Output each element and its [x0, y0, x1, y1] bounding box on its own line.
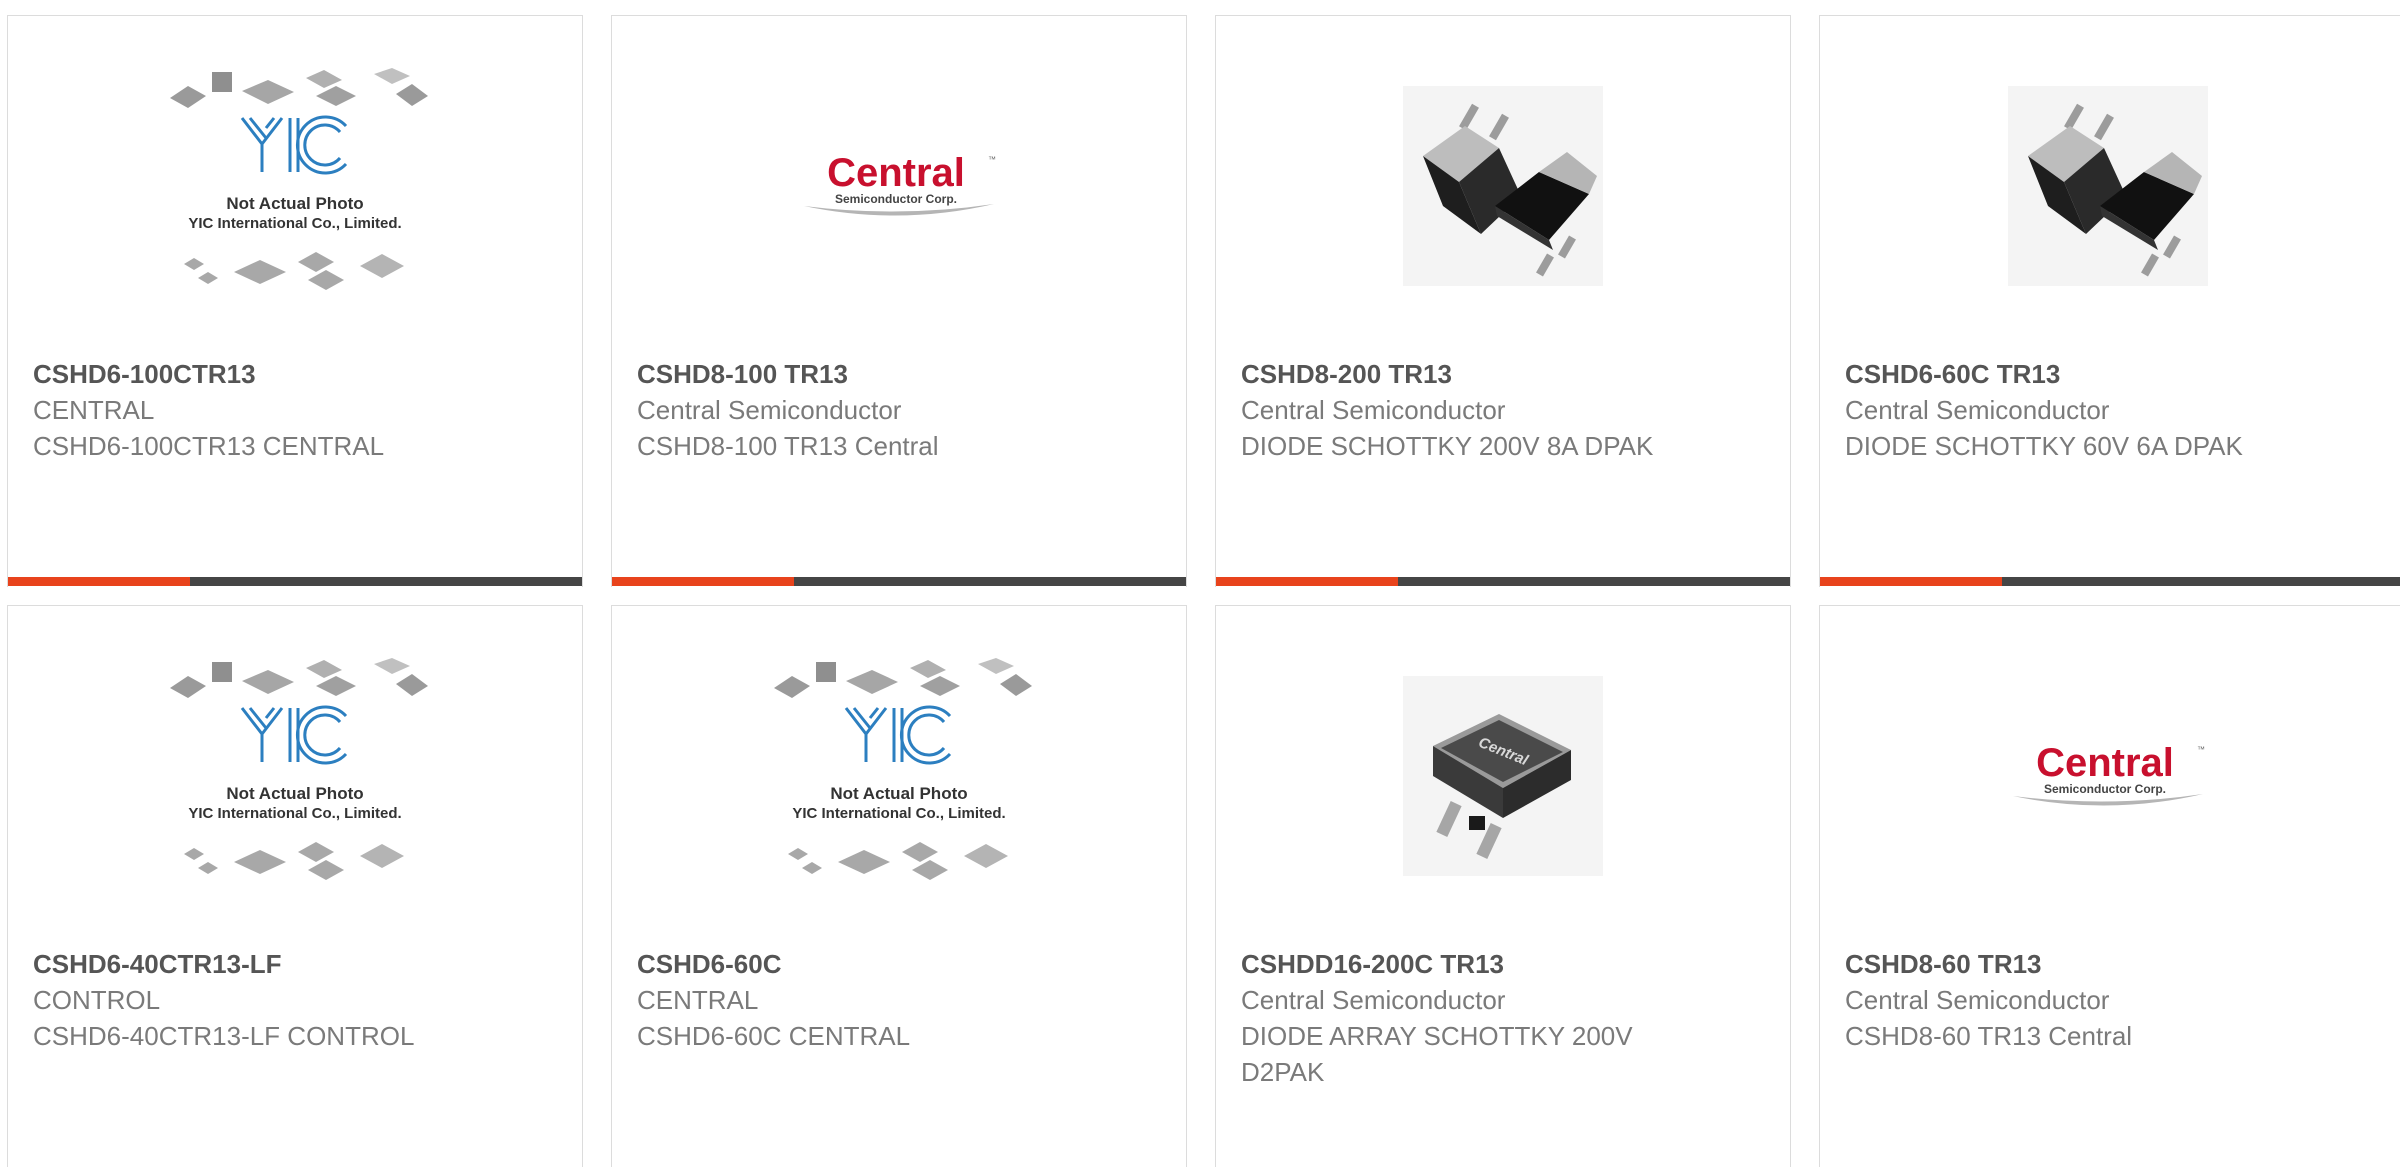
accent-segment: [1820, 577, 2002, 586]
product-image[interactable]: Central: [1216, 606, 1790, 946]
product-image[interactable]: Not Actual Photo YIC International Co., …: [8, 606, 582, 946]
description: CSHD8-60 TR13 Central: [1845, 1021, 2133, 1051]
part-number-link[interactable]: CSHDD16-200C TR13: [1241, 946, 1770, 982]
product-card[interactable]: Not Actual Photo YIC International Co., …: [611, 605, 1187, 1167]
product-info: CSHDD16-200C TR13 Central Semiconductor …: [1241, 946, 1770, 1090]
part-number-link[interactable]: CSHD6-100CTR13: [33, 356, 562, 392]
manufacturer: Central Semiconductor: [1845, 985, 2110, 1015]
part-number-link[interactable]: CSHD8-100 TR13: [637, 356, 1166, 392]
product-image[interactable]: Not Actual Photo YIC International Co., …: [8, 16, 582, 356]
product-info: CSHD6-60C TR13 Central Semiconductor DIO…: [1845, 356, 2380, 464]
placeholder-line2: YIC International Co., Limited.: [792, 805, 1005, 822]
part-number-link[interactable]: CSHD6-60C: [637, 946, 1166, 982]
placeholder-line1: Not Actual Photo: [830, 784, 967, 803]
accent-segment: [1216, 577, 1398, 586]
product-info: CSHD8-200 TR13 Central Semiconductor DIO…: [1241, 356, 1770, 464]
placeholder-line2: YIC International Co., Limited.: [188, 215, 401, 232]
product-card[interactable]: Central ™ Semiconductor Corp. CSHD8-100 …: [611, 15, 1187, 587]
part-number-link[interactable]: CSHD8-60 TR13: [1845, 946, 2380, 982]
product-image[interactable]: Central ™ Semiconductor Corp.: [612, 16, 1186, 356]
description: DIODE ARRAY SCHOTTKY 200V D2PAK: [1241, 1021, 1633, 1087]
manufacturer: Central Semiconductor: [1845, 395, 2110, 425]
placeholder-line1: Not Actual Photo: [226, 784, 363, 803]
dpak-package-photo: [1403, 86, 1603, 286]
central-tagline: Semiconductor Corp.: [835, 192, 957, 206]
accent-segment: [612, 577, 794, 586]
trademark: ™: [988, 155, 996, 164]
accent-segment: [8, 577, 190, 586]
manufacturer: Central Semiconductor: [637, 395, 902, 425]
manufacturer: CONTROL: [33, 985, 161, 1015]
card-accent-bar: [1820, 577, 2400, 586]
product-card[interactable]: Not Actual Photo YIC International Co., …: [7, 605, 583, 1167]
card-accent-bar: [8, 577, 582, 586]
manufacturer: Central Semiconductor: [1241, 985, 1506, 1015]
product-image[interactable]: [1820, 16, 2395, 356]
product-info: CSHD6-40CTR13-LF CONTROL CSHD6-40CTR13-L…: [33, 946, 562, 1054]
d2pak-package-photo: Central: [1403, 676, 1603, 876]
placeholder-line2: YIC International Co., Limited.: [188, 805, 401, 822]
description: DIODE SCHOTTKY 60V 6A DPAK: [1845, 431, 2243, 461]
part-number-link[interactable]: CSHD6-60C TR13: [1845, 356, 2380, 392]
description: DIODE SCHOTTKY 200V 8A DPAK: [1241, 431, 1654, 461]
part-number-link[interactable]: CSHD6-40CTR13-LF: [33, 946, 562, 982]
not-actual-photo-placeholder: Not Actual Photo YIC International Co., …: [170, 658, 428, 880]
card-accent-bar: [612, 577, 1186, 586]
manufacturer: Central Semiconductor: [1241, 395, 1506, 425]
product-image[interactable]: Central ™ Semiconductor Corp.: [1820, 606, 2395, 946]
manufacturer: CENTRAL: [637, 985, 759, 1015]
product-card[interactable]: Not Actual Photo YIC International Co., …: [7, 15, 583, 587]
central-wordmark: Central: [2036, 741, 2174, 785]
product-info: CSHD6-60C CENTRAL CSHD6-60C CENTRAL: [637, 946, 1166, 1054]
placeholder-line1: Not Actual Photo: [226, 194, 363, 213]
dpak-package-photo: [2007, 86, 2208, 286]
product-card[interactable]: Central ™ Semiconductor Corp. CSHD8-60 T…: [1819, 605, 2400, 1167]
description: CSHD6-40CTR13-LF CONTROL: [33, 1021, 415, 1051]
product-card[interactable]: CSHD6-60C TR13 Central Semiconductor DIO…: [1819, 15, 2400, 587]
description: CSHD6-100CTR13 CENTRAL: [33, 431, 385, 461]
product-card[interactable]: CSHD8-200 TR13 Central Semiconductor DIO…: [1215, 15, 1791, 587]
description: CSHD8-100 TR13 Central: [637, 431, 939, 461]
not-actual-photo-placeholder: Not Actual Photo YIC International Co., …: [774, 658, 1032, 880]
manufacturer: CENTRAL: [33, 395, 155, 425]
product-image[interactable]: [1216, 16, 1790, 356]
central-semiconductor-logo: Central ™ Semiconductor Corp.: [2012, 741, 2205, 806]
part-number-link[interactable]: CSHD8-200 TR13: [1241, 356, 1770, 392]
product-grid: Not Actual Photo YIC International Co., …: [7, 15, 2400, 1167]
central-semiconductor-logo: Central ™ Semiconductor Corp.: [804, 151, 996, 216]
not-actual-photo-placeholder: Not Actual Photo YIC International Co., …: [170, 68, 428, 290]
product-info: CSHD8-60 TR13 Central Semiconductor CSHD…: [1845, 946, 2380, 1054]
trademark: ™: [2197, 745, 2205, 754]
product-image[interactable]: Not Actual Photo YIC International Co., …: [612, 606, 1186, 946]
product-info: CSHD8-100 TR13 Central Semiconductor CSH…: [637, 356, 1166, 464]
central-wordmark: Central: [827, 151, 965, 195]
product-card[interactable]: Central CSHDD16-200C TR13 Central Semico…: [1215, 605, 1791, 1167]
central-tagline: Semiconductor Corp.: [2043, 782, 2165, 796]
product-info: CSHD6-100CTR13 CENTRAL CSHD6-100CTR13 CE…: [33, 356, 562, 464]
description: CSHD6-60C CENTRAL: [637, 1021, 911, 1051]
card-accent-bar: [1216, 577, 1790, 586]
